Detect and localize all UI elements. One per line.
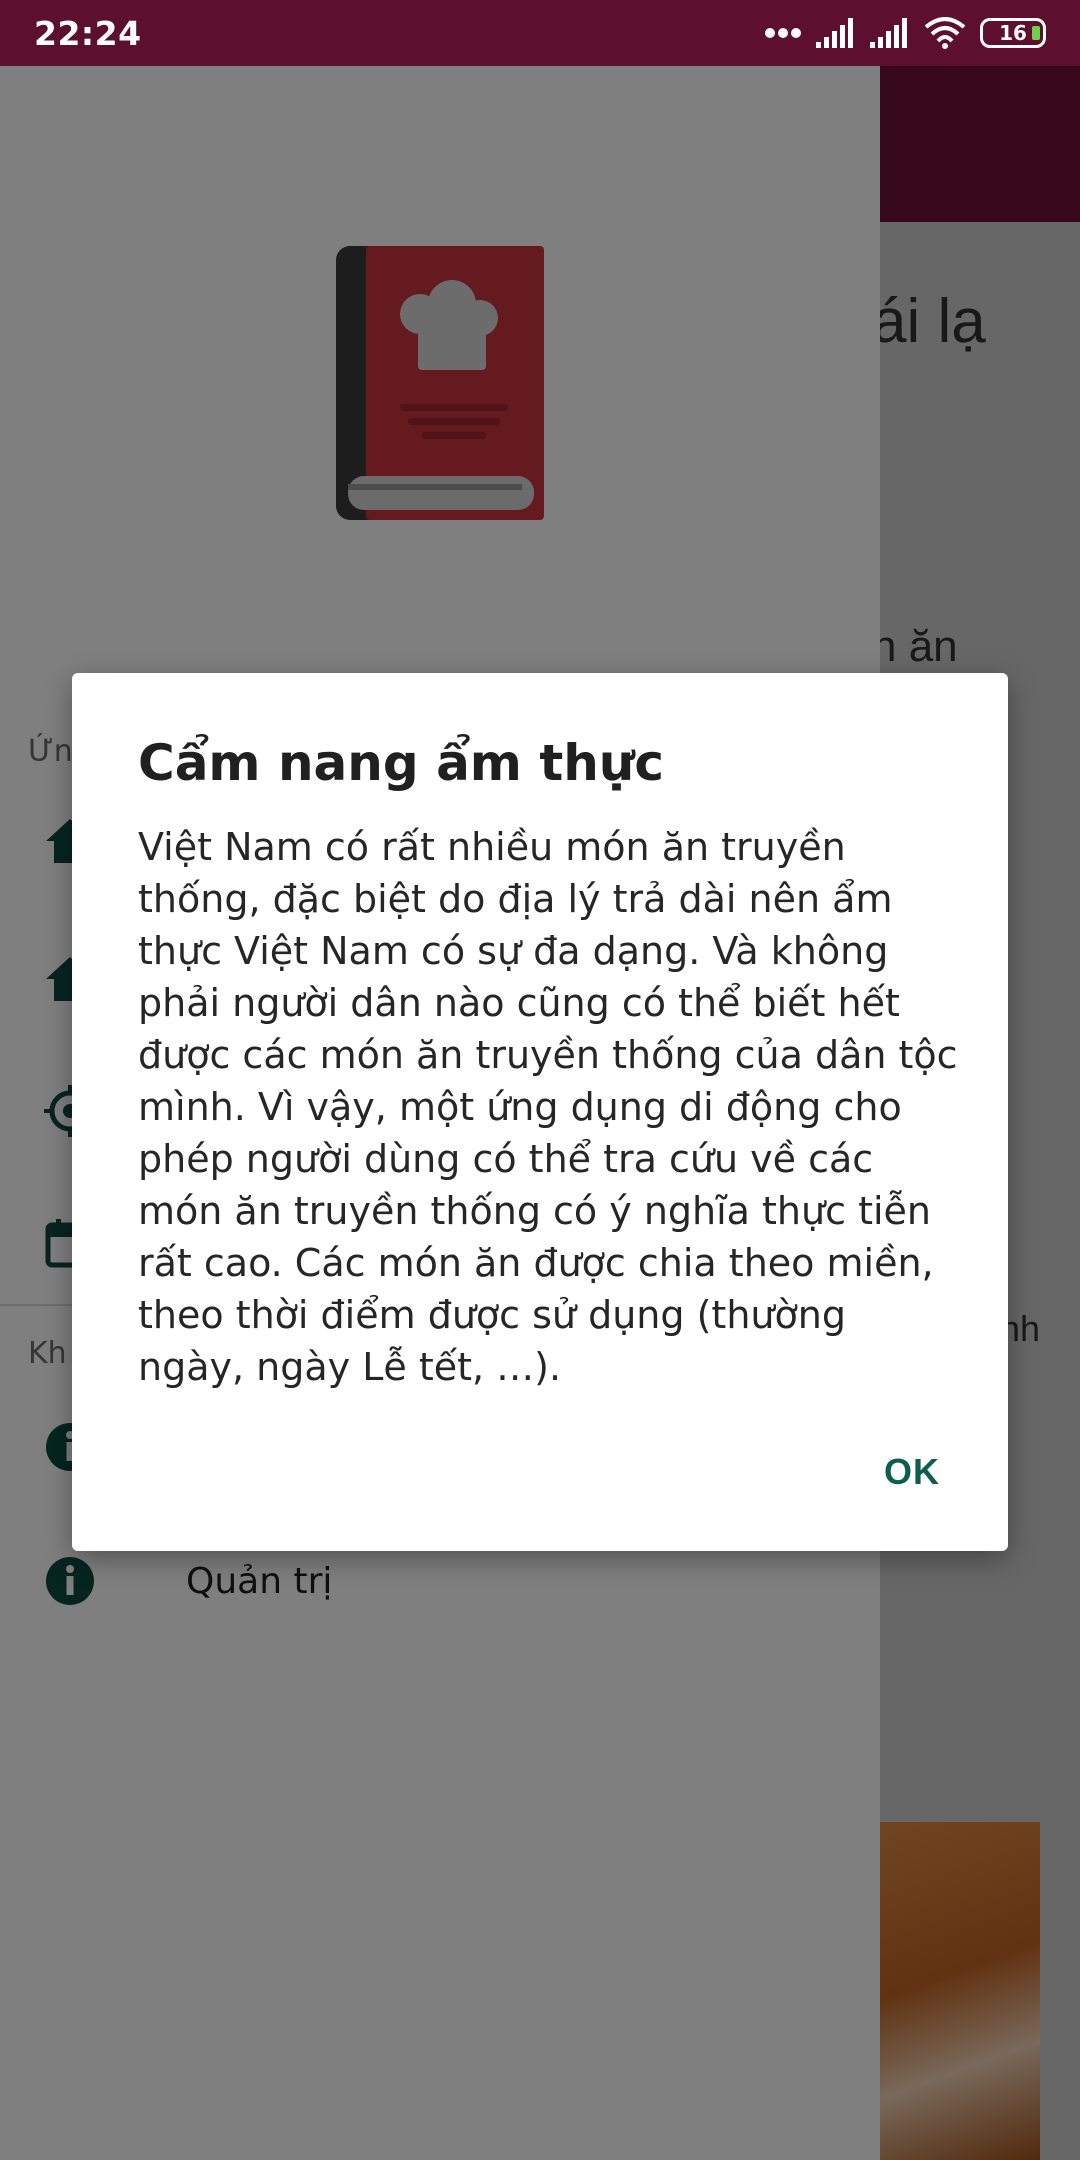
signal-icon [816, 18, 853, 48]
more-dots-icon [765, 28, 801, 38]
signal-icon [870, 18, 907, 48]
dialog-message: Việt Nam có rất nhiều món ăn truyền thốn… [138, 825, 958, 1389]
wifi-icon [924, 17, 966, 49]
battery-icon: 16 [980, 18, 1046, 48]
status-bar: 22:24 16 [0, 0, 1080, 66]
screen: 22:24 16 Cẩm nang ẩm thực Việt Nam có rấ… [0, 0, 1080, 2160]
about-dialog: Cẩm nang ẩm thực Việt Nam có rất nhiều m… [72, 673, 1008, 1551]
dialog-title: Cẩm nang ẩm thực [138, 734, 665, 792]
status-time: 22:24 [34, 13, 142, 53]
battery-level: 16 [999, 21, 1027, 45]
ok-button[interactable]: OK [876, 1441, 948, 1503]
status-icons: 16 [764, 17, 1046, 49]
